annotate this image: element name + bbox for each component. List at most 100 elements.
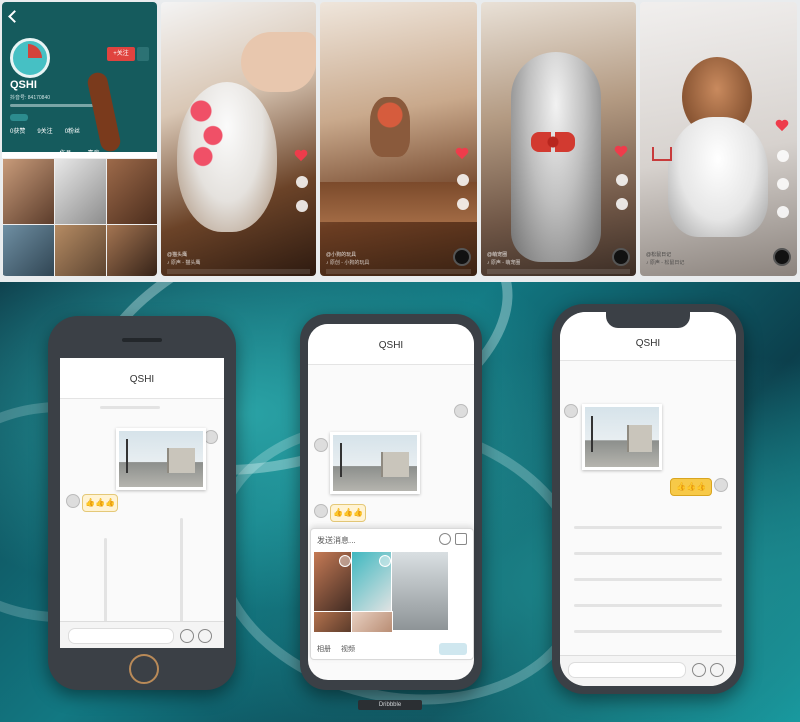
emoji-icon[interactable] [180, 629, 194, 643]
own-avatar[interactable] [314, 438, 328, 452]
contact-avatar[interactable] [564, 404, 578, 418]
plus-icon[interactable] [710, 663, 724, 677]
tab-works[interactable]: 作品 [59, 148, 71, 157]
grid-thumb[interactable] [2, 158, 56, 226]
select-checkbox[interactable] [379, 555, 391, 567]
video-overlay [85, 70, 123, 154]
text-line [100, 406, 160, 409]
comment-icon[interactable] [457, 174, 469, 186]
video-author[interactable]: @萌宠圈 [487, 251, 507, 258]
own-avatar[interactable] [714, 478, 728, 492]
squirrel-body [668, 117, 768, 237]
bottom-nav [326, 269, 471, 274]
cat-body [511, 52, 601, 262]
stat-fans: 0粉丝 [64, 129, 81, 135]
message-photo[interactable] [582, 404, 662, 470]
feed-card-cat[interactable]: @萌宠圈 ♪ 原声 - 萌宠圈 [481, 2, 636, 276]
message-input[interactable] [68, 628, 174, 644]
media-picker: 发送消息... 相册 视频 [310, 528, 474, 660]
video-music: ♪ 原声 - 松鼠日记 [646, 260, 685, 266]
grid-thumb[interactable] [106, 158, 157, 226]
stat-following: 9关注 [37, 129, 53, 135]
like-heart-icon[interactable] [294, 150, 308, 162]
message-photo[interactable] [116, 428, 206, 490]
reaction-bubble[interactable]: 👍👍👍 [82, 494, 118, 512]
video-author[interactable]: @小狗的玩具 [326, 251, 356, 258]
more-icon[interactable] [777, 206, 789, 218]
grid-thumb[interactable] [106, 224, 157, 276]
music-disc-icon[interactable] [453, 248, 471, 266]
media-thumb[interactable] [351, 611, 393, 633]
profile-tabs: 作品 喜欢 [2, 148, 157, 157]
message-input[interactable] [568, 662, 686, 678]
feed-card-squirrel[interactable]: @松鼠日记 ♪ 原声 - 松鼠日记 [640, 2, 797, 276]
bow-tie [531, 132, 575, 152]
send-button[interactable] [439, 643, 467, 655]
earpiece [122, 338, 162, 342]
toy-figure [370, 97, 410, 157]
video-music: ♪ 原声 - 猫头鹰 [167, 260, 201, 266]
follow-button[interactable]: +关注 [107, 47, 135, 61]
grid-thumb[interactable] [2, 224, 56, 276]
message-input-bar [560, 655, 736, 686]
tab-likes[interactable]: 喜欢 [88, 148, 100, 157]
table-surface [320, 182, 477, 222]
music-disc-icon[interactable] [773, 248, 791, 266]
text-line [574, 578, 722, 581]
feed-card-dog-toy[interactable]: @小狗的玩具 ♪ 原创 - 小狗的玩具 [320, 2, 477, 276]
like-heart-icon[interactable] [775, 120, 789, 132]
text-line [104, 538, 107, 628]
video-author[interactable]: @松鼠日记 [646, 251, 671, 258]
home-button[interactable] [129, 654, 159, 684]
text-line [180, 518, 183, 628]
select-checkbox[interactable] [339, 555, 351, 567]
avatar[interactable] [10, 38, 50, 78]
chat-header: QSHI [308, 324, 474, 365]
chat-screen: QSHI 👍👍👍 [560, 312, 736, 686]
message-input-bar [60, 621, 224, 648]
emoji-icon[interactable] [439, 533, 451, 545]
reaction-bubble[interactable]: 👍👍👍 [670, 478, 712, 496]
profile-header: +关注 QSHI 抖音号: 84170840 0获赞 9关注 0粉丝 作品 喜欢 [2, 2, 157, 157]
share-icon[interactable] [296, 200, 308, 212]
comment-icon[interactable] [616, 174, 628, 186]
hand [241, 32, 316, 92]
video-music: ♪ 原声 - 萌宠圈 [487, 260, 521, 266]
text-line [574, 630, 722, 633]
media-thumb[interactable] [313, 611, 353, 633]
like-heart-icon[interactable] [614, 146, 628, 158]
profile-bio [10, 104, 100, 107]
media-thumb[interactable] [391, 551, 449, 631]
chat-header: QSHI [60, 358, 224, 399]
share-icon[interactable] [616, 198, 628, 210]
video-author[interactable]: @猫头鹰 [167, 251, 187, 258]
plus-icon[interactable] [455, 533, 467, 545]
comment-icon[interactable] [296, 176, 308, 188]
more-button[interactable] [137, 47, 149, 61]
profile-id: 抖音号: 84170840 [10, 95, 51, 101]
back-chevron-icon[interactable] [8, 10, 21, 23]
tab-video[interactable]: 视频 [341, 644, 355, 654]
grid-thumb[interactable] [54, 224, 108, 276]
share-icon[interactable] [457, 198, 469, 210]
profile-username: QSHI [10, 79, 37, 91]
share-icon[interactable] [777, 178, 789, 190]
own-avatar[interactable] [66, 494, 80, 508]
contact-avatar[interactable] [204, 430, 218, 444]
grid-thumb[interactable] [54, 158, 108, 226]
plus-icon[interactable] [198, 629, 212, 643]
like-heart-icon[interactable] [455, 148, 469, 160]
emoji-icon[interactable] [692, 663, 706, 677]
contact-avatar[interactable] [454, 404, 468, 418]
feed-card-owl[interactable]: @猫头鹰 ♪ 原声 - 猫头鹰 [161, 2, 316, 276]
chat-screen: QSHI 👍👍👍 [60, 358, 224, 648]
picker-input[interactable]: 发送消息... [317, 535, 356, 546]
message-photo[interactable] [330, 432, 420, 494]
tab-album[interactable]: 相册 [317, 644, 331, 654]
phone-picker: QSHI 👍👍👍 发送消息... 相册 视频 [300, 314, 482, 690]
text-line [574, 604, 722, 607]
own-avatar[interactable] [314, 504, 328, 518]
reaction-bubble[interactable]: 👍👍👍 [330, 504, 366, 522]
comment-icon[interactable] [777, 150, 789, 162]
music-disc-icon[interactable] [612, 248, 630, 266]
